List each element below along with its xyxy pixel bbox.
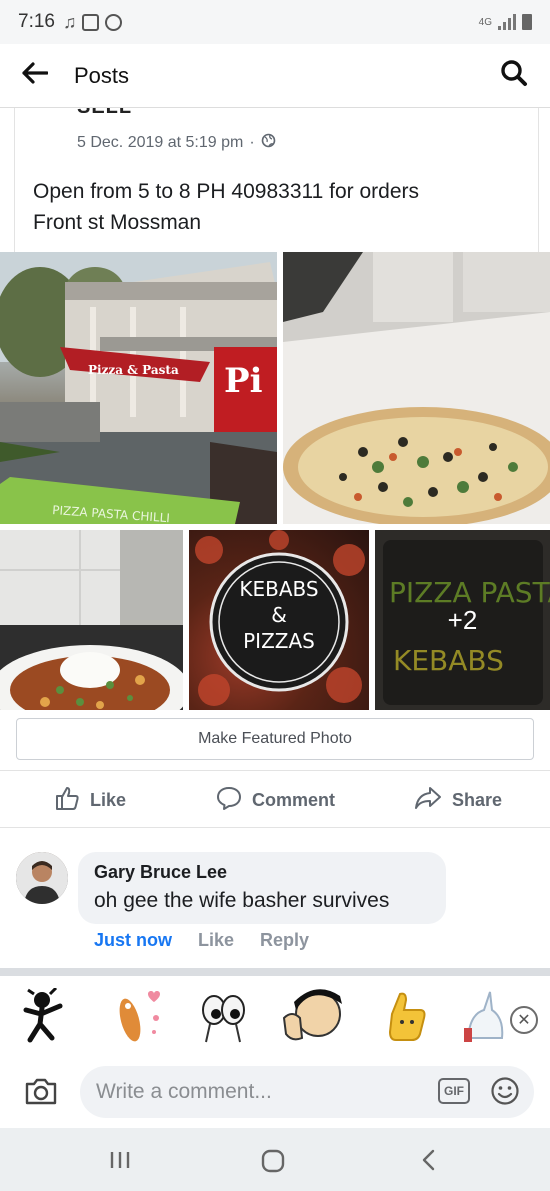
music-icon: ♫: [62, 11, 77, 32]
back-nav-icon[interactable]: [418, 1148, 438, 1177]
post-actions: Like Comment Share: [0, 770, 550, 828]
status-bar: 7:16 ♫ 4G: [0, 0, 550, 44]
comment-author[interactable]: Gary Bruce Lee: [94, 862, 430, 883]
comment-button[interactable]: Comment: [216, 771, 335, 829]
like-button[interactable]: Like: [54, 771, 126, 829]
post-body-line: Front st Mossman: [33, 211, 202, 234]
logo-line3: PIZZAS: [243, 629, 315, 653]
post-card: SELL 5 Dec. 2019 at 5:19 pm · Open from …: [14, 108, 539, 252]
notification-icons: ♫: [63, 12, 123, 33]
photo-storefront[interactable]: Pizza & Pasta Pi PIZZA PASTA CHILLI: [0, 252, 277, 524]
post-body: Open from 5 to 8 PH 40983311 for orders …: [33, 176, 513, 238]
messenger-icon: [105, 13, 123, 31]
page-title: Posts: [74, 62, 130, 88]
comment-composer: Write a comment... GIF: [0, 1058, 550, 1128]
sticker-tray: ✕: [0, 976, 550, 1058]
comment-bubble-icon: [216, 785, 242, 816]
share-label: Share: [452, 789, 503, 810]
sticker-dancing-icon[interactable]: [20, 986, 70, 1044]
system-nav-bar: [0, 1128, 550, 1191]
photo-chalkboard[interactable]: PIZZA PASTA KEBABS +2: [375, 530, 550, 710]
globe-icon: [261, 133, 276, 153]
status-time: 7:16: [18, 11, 55, 32]
avatar[interactable]: [16, 852, 68, 904]
camera-icon[interactable]: [24, 1076, 58, 1111]
storefront-sign: Pizza & Pasta: [88, 363, 179, 377]
comment-bubble: Gary Bruce Lee oh gee the wife basher su…: [78, 852, 446, 924]
post-meta: 5 Dec. 2019 at 5:19 pm ·: [77, 133, 276, 153]
sticker-unicorn-icon[interactable]: [460, 988, 510, 1044]
meta-separator: ·: [249, 134, 255, 151]
system-icons: 4G: [479, 14, 532, 30]
photo-logo[interactable]: KEBABS & PIZZAS: [189, 530, 369, 710]
thumbs-up-icon: [54, 785, 80, 816]
comment-item: Gary Bruce Lee oh gee the wife basher su…: [0, 852, 550, 962]
logo-line2: &: [271, 603, 287, 627]
recent-apps-icon[interactable]: [108, 1148, 132, 1177]
comment-meta: Just now Like Reply: [94, 930, 309, 951]
check-box-icon: [82, 13, 100, 31]
sticker-thumbs-up-icon[interactable]: [382, 988, 432, 1044]
logo-line1: KEBABS: [239, 577, 318, 601]
sticker-hotdog-heart-icon[interactable]: [108, 988, 160, 1044]
back-arrow-icon[interactable]: [22, 62, 49, 89]
search-icon[interactable]: [500, 59, 528, 92]
comment-like-button[interactable]: Like: [198, 930, 234, 951]
photo-plate[interactable]: [0, 530, 183, 710]
divider: [0, 968, 550, 976]
post-timestamp[interactable]: 5 Dec. 2019 at 5:19 pm: [77, 134, 243, 152]
post-cut-title: SELL: [77, 108, 132, 119]
post-body-line: Open from 5 to 8 PH 40983311 for orders: [33, 180, 419, 203]
sticker-thumbs-boy-icon[interactable]: [282, 988, 342, 1044]
storefront-big-sign: Pi: [224, 361, 263, 401]
battery-icon: [522, 14, 532, 30]
comment-time[interactable]: Just now: [94, 930, 172, 951]
signal-icon: [498, 14, 516, 30]
more-photos-count[interactable]: +2: [375, 530, 550, 710]
comment-label: Comment: [252, 789, 336, 810]
emoji-icon[interactable]: [490, 1076, 520, 1111]
like-label: Like: [90, 789, 127, 810]
home-icon[interactable]: [260, 1148, 286, 1179]
share-button[interactable]: Share: [414, 771, 502, 829]
close-sticker-tray-icon[interactable]: ✕: [510, 1006, 538, 1034]
sticker-eyes-icon[interactable]: [198, 988, 248, 1044]
photo-grid: Pizza & Pasta Pi PIZZA PASTA CHILLI KEBA…: [0, 252, 550, 710]
share-arrow-icon: [414, 785, 442, 816]
comment-text: oh gee the wife basher survives: [94, 889, 390, 912]
photo-pizza[interactable]: [283, 252, 550, 524]
comment-reply-button[interactable]: Reply: [260, 930, 309, 951]
network-type: 4G: [478, 16, 492, 28]
make-featured-photo-button[interactable]: Make Featured Photo: [16, 718, 534, 760]
app-bar: Posts: [0, 44, 550, 108]
gif-button[interactable]: GIF: [438, 1078, 470, 1104]
